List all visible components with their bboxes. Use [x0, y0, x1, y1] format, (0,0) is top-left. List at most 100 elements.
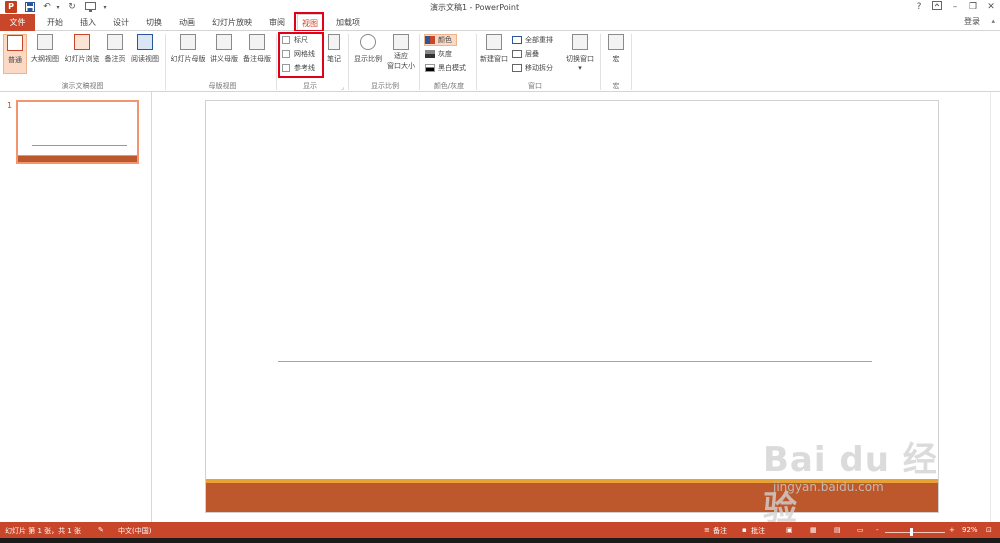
group-label-zoom: 显示比例 [371, 82, 399, 90]
tab-transitions[interactable]: 切换 [141, 14, 167, 31]
move-split-button[interactable]: 移动拆分 [512, 62, 553, 74]
thumbnail-band [18, 156, 137, 162]
slide-number: 1 [7, 101, 13, 110]
zoom-button[interactable]: 显示比例 [352, 34, 384, 74]
show-dialog-launcher-icon[interactable]: ⌟ [341, 84, 344, 91]
notes-toggle-icon[interactable]: ≡ [704, 526, 710, 534]
slide-thumbnail[interactable] [16, 100, 139, 164]
outline-view-button[interactable]: 大纲视图 [29, 34, 61, 74]
move-split-icon [512, 64, 522, 72]
ribbon-view: 普通 大纲视图 幻灯片浏览 备注页 阅读视图 演示文稿视图 幻灯片母版 讲义母版 [0, 31, 1000, 92]
new-window-icon [486, 34, 502, 50]
outline-view-icon [37, 34, 53, 50]
tab-slide-show[interactable]: 幻灯片放映 [207, 14, 257, 31]
zoom-slider[interactable] [885, 532, 945, 533]
title-bar: P ↶ ▾ ↻ ▾ 演示文稿1 - PowerPoint ? – ❐ ✕ [0, 0, 1000, 14]
slide-sorter-button[interactable]: 幻灯片浏览 [63, 34, 101, 74]
fit-to-window-button[interactable]: 适应 窗口大小 [386, 34, 416, 74]
tab-review[interactable]: 审阅 [264, 14, 290, 31]
sign-in-link[interactable]: 登录 [964, 16, 980, 27]
close-icon[interactable]: ✕ [984, 1, 998, 13]
title-underline [278, 361, 872, 362]
help-icon[interactable]: ? [912, 1, 926, 13]
zoom-slider-thumb[interactable] [910, 528, 913, 536]
slideshow-status-icon[interactable]: ▭ [857, 526, 864, 534]
normal-view-status-icon[interactable]: ▣ [786, 526, 793, 534]
group-label-window: 窗口 [528, 82, 542, 90]
undo-icon[interactable]: ↶ [41, 1, 53, 13]
tab-file[interactable]: 文件 [0, 14, 35, 31]
fit-slide-icon[interactable]: ⊡ [986, 526, 992, 534]
group-label-macros: 宏 [612, 82, 620, 90]
taskbar-edge [0, 538, 1000, 543]
highlight-show-checkboxes [278, 32, 324, 78]
notes-toggle[interactable]: 备注 [713, 526, 727, 536]
group-divider [600, 34, 601, 90]
reading-view-icon [137, 34, 153, 50]
normal-view-icon [7, 35, 23, 51]
magnifier-icon [360, 34, 376, 50]
comments-toggle[interactable]: 批注 [751, 526, 765, 536]
normal-view-button[interactable]: 普通 [3, 34, 27, 74]
group-label-color: 颜色/灰度 [433, 82, 465, 90]
color-option[interactable]: 颜色 [424, 34, 457, 46]
zoom-in-button[interactable]: + [949, 526, 955, 534]
dropdown-arrow-icon: ▾ [578, 64, 582, 72]
baidu-watermark: Bai du 经验 jingyan.baidu.com [763, 440, 938, 529]
handout-master-button[interactable]: 讲义母版 [208, 34, 240, 74]
arrange-all-button[interactable]: 全部重排 [512, 34, 553, 46]
notes-master-icon [249, 34, 265, 50]
tab-insert[interactable]: 插入 [75, 14, 101, 31]
notes-page-icon [107, 34, 123, 50]
black-white-swatch-icon [425, 64, 435, 72]
restore-icon[interactable]: ❐ [966, 1, 980, 13]
notes-pane-button[interactable]: 笔记 [324, 34, 344, 74]
slide-count-status[interactable]: 幻灯片 第 1 张，共 1 张 [5, 526, 81, 536]
reading-view-button[interactable]: 阅读视图 [129, 34, 161, 74]
start-from-beginning-icon[interactable] [84, 1, 96, 13]
vertical-scrollbar[interactable] [990, 92, 1000, 522]
undo-dropdown-icon[interactable]: ▾ [54, 1, 62, 13]
save-icon[interactable] [24, 1, 36, 13]
slide-sorter-status-icon[interactable]: ▦ [810, 526, 817, 534]
zoom-level[interactable]: 92% [962, 526, 978, 534]
notes-icon [328, 34, 340, 50]
zoom-out-button[interactable]: - [876, 526, 879, 534]
powerpoint-window: P ↶ ▾ ↻ ▾ 演示文稿1 - PowerPoint ? – ❐ ✕ 文件 … [0, 0, 1000, 543]
reading-view-status-icon[interactable]: ▤ [834, 526, 841, 534]
minimize-icon[interactable]: – [948, 1, 962, 13]
notes-master-button[interactable]: 备注母版 [241, 34, 273, 74]
spell-check-icon[interactable]: ✎ [98, 526, 104, 534]
group-divider [165, 34, 166, 90]
group-label-show: 显示 [303, 82, 317, 90]
customize-toolbar-icon[interactable]: ▾ [101, 1, 109, 13]
tab-add-ins[interactable]: 加载项 [330, 14, 366, 31]
thumbnail-title-line [32, 145, 127, 146]
macros-icon [608, 34, 624, 50]
cascade-button[interactable]: 层叠 [512, 48, 539, 60]
new-window-button[interactable]: 新建窗口 [479, 34, 509, 74]
tab-animations[interactable]: 动画 [174, 14, 200, 31]
group-divider [348, 34, 349, 90]
group-divider [276, 34, 277, 90]
grayscale-swatch-icon [425, 50, 435, 58]
grayscale-option[interactable]: 灰度 [425, 48, 452, 60]
collapse-ribbon-icon[interactable]: ▴ [991, 17, 995, 25]
group-divider [476, 34, 477, 90]
macros-button[interactable]: 宏 [605, 34, 627, 74]
arrange-all-icon [512, 36, 522, 44]
notes-page-button[interactable]: 备注页 [103, 34, 127, 74]
comments-icon[interactable]: ▪ [742, 526, 747, 534]
switch-windows-button[interactable]: 切换窗口 ▾ [565, 34, 595, 74]
slide-master-button[interactable]: 幻灯片母版 [169, 34, 207, 74]
group-label-master-views: 母版视图 [208, 82, 237, 90]
tab-design[interactable]: 设计 [108, 14, 134, 31]
language-status[interactable]: 中文(中国) [118, 526, 151, 536]
slide-master-icon [180, 34, 196, 50]
powerpoint-logo-icon: P [5, 1, 17, 13]
tab-home[interactable]: 开始 [42, 14, 68, 31]
redo-icon[interactable]: ↻ [66, 1, 78, 13]
ribbon-display-options-icon[interactable] [930, 1, 944, 13]
black-white-option[interactable]: 黑白模式 [425, 62, 466, 74]
ribbon-tabs: 文件 开始 插入 设计 切换 动画 幻灯片放映 审阅 视图 加载项 登录 ▴ [0, 14, 1000, 32]
